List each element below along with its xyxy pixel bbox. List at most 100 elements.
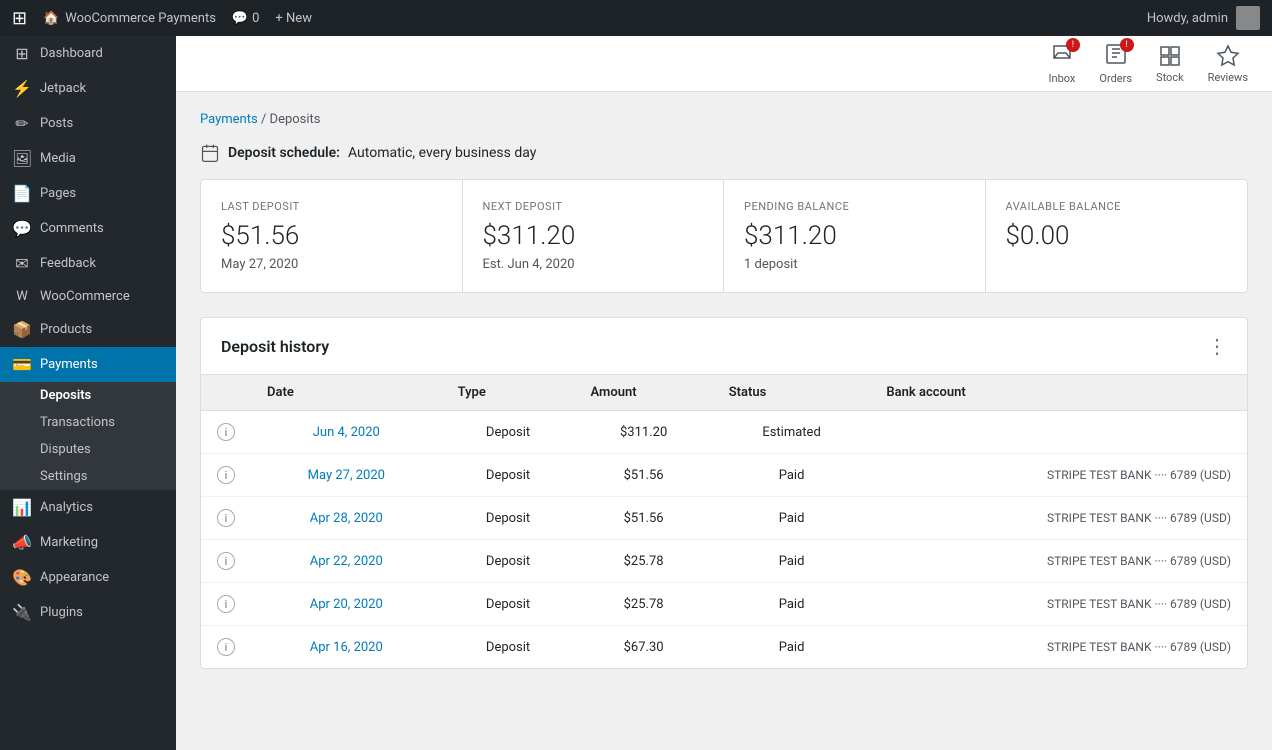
stat-available-balance: AVAILABLE BALANCE $0.00 <box>986 180 1248 292</box>
sidebar-label-jetpack: Jetpack <box>40 81 86 96</box>
plugins-icon: 🔌 <box>12 603 32 622</box>
sidebar-subitem-settings[interactable]: Settings <box>0 463 176 490</box>
breadcrumb-parent[interactable]: Payments <box>200 112 258 127</box>
sidebar-item-payments[interactable]: 💳 Payments <box>0 347 176 382</box>
table-row: i Apr 22, 2020 Deposit $25.78 Paid STRIP… <box>201 540 1247 583</box>
sidebar-subitem-deposits[interactable]: Deposits <box>0 382 176 409</box>
row-amount: $25.78 <box>575 583 713 626</box>
sidebar-label-dashboard: Dashboard <box>40 46 103 61</box>
sidebar-label-analytics: Analytics <box>40 500 93 515</box>
deposit-schedule-value: Automatic, every business day <box>348 145 536 161</box>
stat-last-deposit-label: LAST DEPOSIT <box>221 200 442 213</box>
sidebar-item-woocommerce[interactable]: W WooCommerce <box>0 281 176 312</box>
top-toolbar: ! Inbox ! Orders Stock <box>176 36 1272 92</box>
row-type: Deposit <box>442 540 575 583</box>
sidebar-item-pages[interactable]: 📄 Pages <box>0 176 176 211</box>
stats-grid: LAST DEPOSIT $51.56 May 27, 2020 NEXT DE… <box>200 179 1248 293</box>
inbox-badge: ! <box>1066 38 1080 52</box>
more-options-button[interactable]: ⋮ <box>1207 334 1227 358</box>
reviews-label: Reviews <box>1208 71 1248 84</box>
stat-next-deposit-sub: Est. Jun 4, 2020 <box>483 257 704 272</box>
comments-icon: 💬 <box>232 11 248 26</box>
sidebar-label-payments: Payments <box>40 357 98 372</box>
sidebar-item-jetpack[interactable]: ⚡ Jetpack <box>0 71 176 106</box>
admin-bar-new[interactable]: + New <box>275 11 312 26</box>
sidebar-item-feedback[interactable]: ✉ Feedback <box>0 246 176 281</box>
row-date: Apr 20, 2020 <box>251 583 442 626</box>
sidebar-item-products[interactable]: 📦 Products <box>0 312 176 347</box>
breadcrumb-current: Deposits <box>270 112 321 127</box>
admin-bar: ⊞ 🏠 WooCommerce Payments 💬 0 + New Howdy… <box>0 0 1272 36</box>
orders-button[interactable]: ! Orders <box>1099 42 1132 85</box>
deposit-history-header: Deposit history ⋮ <box>201 318 1247 375</box>
analytics-icon: 📊 <box>12 498 32 517</box>
row-info-icon[interactable]: i <box>201 626 251 669</box>
site-icon: 🏠 <box>43 11 59 26</box>
admin-bar-site[interactable]: 🏠 WooCommerce Payments <box>43 11 216 26</box>
row-type: Deposit <box>442 497 575 540</box>
sidebar-item-plugins[interactable]: 🔌 Plugins <box>0 595 176 630</box>
sidebar-label-media: Media <box>40 151 76 166</box>
sidebar-item-marketing[interactable]: 📣 Marketing <box>0 525 176 560</box>
media-icon: 🖼 <box>12 149 32 168</box>
payments-submenu: Deposits Transactions Disputes Settings <box>0 382 176 490</box>
sidebar-item-analytics[interactable]: 📊 Analytics <box>0 490 176 525</box>
jetpack-icon: ⚡ <box>12 79 32 98</box>
sidebar-subitem-disputes[interactable]: Disputes <box>0 436 176 463</box>
payments-icon: 💳 <box>12 355 32 374</box>
stat-available-balance-label: AVAILABLE BALANCE <box>1006 200 1228 213</box>
sidebar-item-comments[interactable]: 💬 Comments <box>0 211 176 246</box>
row-bank: STRIPE TEST BANK ···· 6789 (USD) <box>870 626 1247 669</box>
deposits-label: Deposits <box>40 388 91 403</box>
table-row: i Apr 28, 2020 Deposit $51.56 Paid STRIP… <box>201 497 1247 540</box>
disputes-label: Disputes <box>40 442 91 457</box>
row-info-icon[interactable]: i <box>201 411 251 454</box>
th-date: Date <box>251 375 442 411</box>
row-info-icon[interactable]: i <box>201 540 251 583</box>
row-status: Estimated <box>713 411 871 454</box>
row-status: Paid <box>713 540 871 583</box>
row-info-icon[interactable]: i <box>201 497 251 540</box>
reviews-icon <box>1216 44 1240 68</box>
stat-next-deposit-label: NEXT DEPOSIT <box>483 200 704 213</box>
row-info-icon[interactable]: i <box>201 583 251 626</box>
orders-badge: ! <box>1120 38 1134 52</box>
comments-count: 0 <box>252 11 259 26</box>
stock-icon <box>1158 44 1182 68</box>
sidebar-item-media[interactable]: 🖼 Media <box>0 141 176 176</box>
dashboard-icon: ⊞ <box>12 44 32 63</box>
appearance-icon: 🎨 <box>12 568 32 587</box>
row-info-icon[interactable]: i <box>201 454 251 497</box>
sidebar-label-posts: Posts <box>40 116 73 131</box>
admin-bar-comments[interactable]: 💬 0 <box>232 11 260 26</box>
sidebar-item-posts[interactable]: ✏ Posts <box>0 106 176 141</box>
transactions-label: Transactions <box>40 415 115 430</box>
sidebar-item-appearance[interactable]: 🎨 Appearance <box>0 560 176 595</box>
reviews-button[interactable]: Reviews <box>1208 44 1248 84</box>
avatar[interactable] <box>1236 6 1260 30</box>
row-type: Deposit <box>442 411 575 454</box>
breadcrumb: Payments / Deposits <box>200 112 1248 127</box>
table-row: i Apr 20, 2020 Deposit $25.78 Paid STRIP… <box>201 583 1247 626</box>
stat-last-deposit-sub: May 27, 2020 <box>221 257 442 272</box>
row-bank: STRIPE TEST BANK ···· 6789 (USD) <box>870 583 1247 626</box>
stock-button[interactable]: Stock <box>1156 44 1184 84</box>
breadcrumb-separator: / <box>261 112 270 127</box>
deposit-table: Date Type Amount Status Bank account i J… <box>201 375 1247 668</box>
stat-next-deposit-value: $311.20 <box>483 221 704 251</box>
row-type: Deposit <box>442 454 575 497</box>
woocommerce-icon: W <box>12 289 32 304</box>
sidebar-subitem-transactions[interactable]: Transactions <box>0 409 176 436</box>
sidebar-item-dashboard[interactable]: ⊞ Dashboard <box>0 36 176 71</box>
stat-last-deposit-value: $51.56 <box>221 221 442 251</box>
row-date: Apr 16, 2020 <box>251 626 442 669</box>
row-amount: $51.56 <box>575 497 713 540</box>
deposit-table-body: i Jun 4, 2020 Deposit $311.20 Estimated … <box>201 411 1247 669</box>
row-amount: $67.30 <box>575 626 713 669</box>
row-bank: STRIPE TEST BANK ···· 6789 (USD) <box>870 540 1247 583</box>
inbox-button[interactable]: ! Inbox <box>1049 42 1076 85</box>
th-status: Status <box>713 375 871 411</box>
wp-logo-icon[interactable]: ⊞ <box>12 8 27 29</box>
sidebar-label-plugins: Plugins <box>40 605 83 620</box>
row-status: Paid <box>713 497 871 540</box>
